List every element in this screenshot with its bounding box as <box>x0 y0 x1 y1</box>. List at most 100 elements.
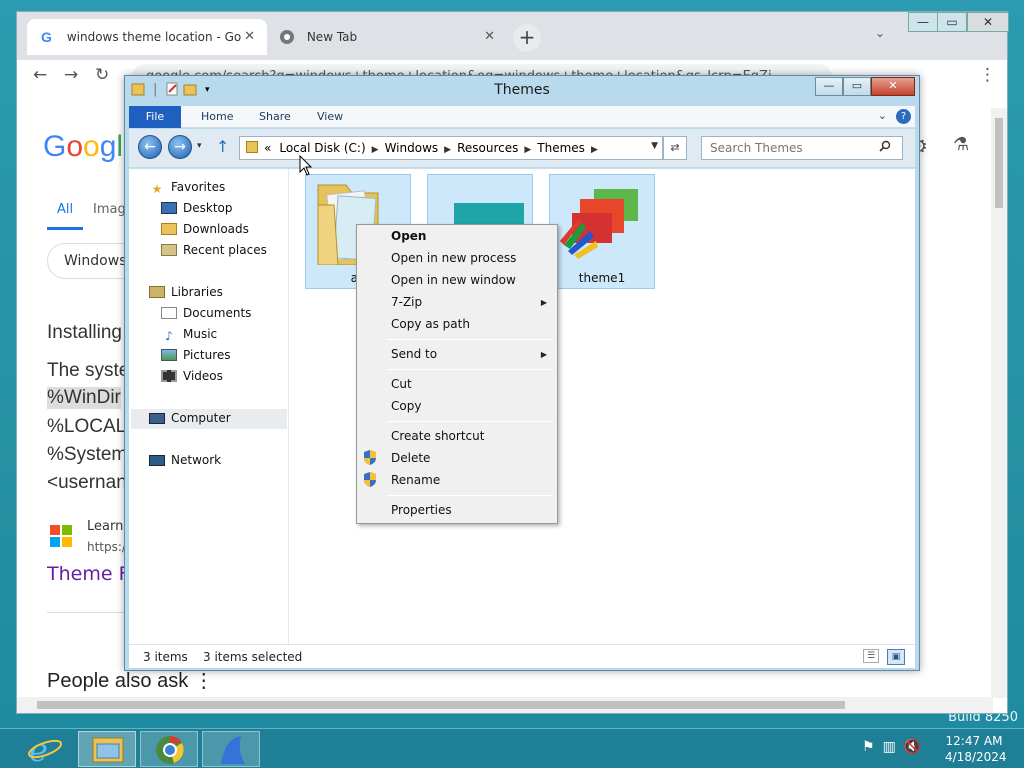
search-input[interactable]: Search Themes <box>701 136 903 160</box>
breadcrumb-separator-icon[interactable]: ▶ <box>591 145 598 155</box>
explorer-titlebar[interactable]: | ▾ Themes — ▭ ✕ <box>125 76 919 104</box>
network-tray-icon[interactable]: ▥ <box>883 739 896 755</box>
breadcrumb-separator-icon[interactable]: ▶ <box>372 145 379 155</box>
breadcrumb-windows[interactable]: Windows <box>385 141 439 155</box>
chrome-tab-close-icon[interactable]: ✕ <box>244 29 255 44</box>
forward-icon[interactable]: → <box>64 65 78 85</box>
explorer-minimize-button[interactable]: — <box>815 77 843 96</box>
nav-libraries[interactable]: Libraries <box>149 285 223 299</box>
chrome-icon <box>156 736 184 764</box>
address-overflow[interactable]: « <box>264 141 271 155</box>
google-tab-images[interactable]: Imag <box>93 202 126 217</box>
ribbon-tab-home[interactable]: Home <box>191 106 243 128</box>
system-tray: ⚑ ▥ 🔇 <box>862 739 921 755</box>
scrollbar-thumb[interactable] <box>995 118 1003 208</box>
network-icon <box>149 455 165 466</box>
new-tab-button[interactable]: + <box>513 24 541 52</box>
breadcrumb-separator-icon[interactable]: ▶ <box>524 145 531 155</box>
nav-label: Pictures <box>183 348 231 362</box>
file-item-theme1[interactable]: theme1 <box>549 174 655 289</box>
nav-favorites[interactable]: ★ Favorites <box>149 180 226 196</box>
menu-item-copy[interactable]: Copy <box>391 399 421 413</box>
app-taskbar-button[interactable] <box>202 731 260 767</box>
address-dropdown-icon[interactable]: ▼ <box>651 141 658 151</box>
ribbon-tab-share[interactable]: Share <box>249 106 301 128</box>
menu-item-send-to[interactable]: Send to <box>391 347 437 361</box>
back-button[interactable]: ← <box>138 135 162 159</box>
menu-item-cut[interactable]: Cut <box>391 377 412 391</box>
menu-item-7zip[interactable]: 7-Zip <box>391 295 422 309</box>
large-icons-view-icon[interactable]: ▣ <box>887 649 905 665</box>
chrome-close-button[interactable]: ✕ <box>967 12 1009 32</box>
nav-downloads[interactable]: Downloads <box>161 222 249 236</box>
explorer-close-button[interactable]: ✕ <box>871 77 915 96</box>
breadcrumb-themes[interactable]: Themes <box>537 141 585 155</box>
chrome-maximize-button[interactable]: ▭ <box>937 12 967 32</box>
menu-item-copy-as-path[interactable]: Copy as path <box>391 317 470 331</box>
details-view-icon[interactable]: ☰ <box>863 649 879 663</box>
result-text: <usernan <box>47 472 127 493</box>
explorer-title: Themes <box>494 82 550 98</box>
nav-documents[interactable]: Documents <box>161 306 251 320</box>
nav-recent-places[interactable]: Recent places <box>161 243 267 257</box>
recent-locations-icon[interactable]: ▾ <box>197 141 202 151</box>
nav-videos[interactable]: Videos <box>161 369 223 383</box>
ribbon-tab-view[interactable]: View <box>307 106 353 128</box>
file-explorer-taskbar-button[interactable] <box>78 731 136 767</box>
up-arrow-icon[interactable]: ↑ <box>216 137 229 156</box>
music-icon: ♪ <box>165 329 173 343</box>
menu-item-rename[interactable]: Rename <box>391 473 440 487</box>
menu-item-create-shortcut[interactable]: Create shortcut <box>391 429 484 443</box>
menu-separator <box>387 421 553 422</box>
tab-search-icon[interactable]: ⌄ <box>875 26 885 40</box>
logo-letter: o <box>66 130 84 163</box>
google-tab-all[interactable]: All <box>57 202 73 217</box>
breadcrumb-local-disk[interactable]: Local Disk (C:) <box>279 141 365 155</box>
nav-pictures[interactable]: Pictures <box>161 348 231 362</box>
volume-muted-icon[interactable]: 🔇 <box>904 739 921 755</box>
help-icon[interactable]: ? <box>896 109 911 124</box>
nav-label: Network <box>171 453 222 467</box>
ribbon-tab-file[interactable]: File <box>129 106 181 128</box>
chrome-tab-close-icon[interactable]: ✕ <box>484 29 495 44</box>
mouse-cursor-icon <box>299 154 313 180</box>
chrome-tab-search[interactable]: G windows theme location - Goog ✕ <box>27 19 267 55</box>
uac-shield-icon <box>363 472 377 487</box>
scrollbar-thumb[interactable] <box>37 701 845 709</box>
nav-desktop[interactable]: Desktop <box>161 201 233 215</box>
back-icon[interactable]: ← <box>33 65 47 85</box>
forward-button[interactable]: → <box>168 135 192 159</box>
ribbon-expand-icon[interactable]: ⌄ <box>878 109 887 122</box>
internet-explorer-taskbar-button[interactable]: e <box>15 731 73 768</box>
vertical-scrollbar[interactable] <box>991 108 1007 698</box>
people-also-ask-heading[interactable]: People also ask ⋮ <box>47 668 214 693</box>
menu-item-open-new-window[interactable]: Open in new window <box>391 273 516 287</box>
menu-item-open[interactable]: Open <box>391 229 426 243</box>
reload-icon[interactable]: ↻ <box>95 65 109 85</box>
nav-computer[interactable]: Computer <box>149 411 231 425</box>
google-favicon-icon: G <box>39 29 55 45</box>
explorer-maximize-button[interactable]: ▭ <box>843 77 871 96</box>
nav-network[interactable]: Network <box>149 453 221 467</box>
menu-item-properties[interactable]: Properties <box>391 503 452 517</box>
nav-label: Favorites <box>171 180 226 194</box>
menu-item-open-new-process[interactable]: Open in new process <box>391 251 516 265</box>
menu-item-delete[interactable]: Delete <box>391 451 430 465</box>
breadcrumb-resources[interactable]: Resources <box>457 141 518 155</box>
horizontal-scrollbar[interactable] <box>17 697 993 713</box>
search-icon[interactable] <box>879 140 909 155</box>
submenu-arrow-icon: ▶ <box>540 298 547 307</box>
refresh-icon[interactable]: ⇄ <box>663 136 687 160</box>
documents-icon <box>161 307 177 319</box>
result-link[interactable]: Theme F <box>47 563 130 585</box>
chrome-menu-icon[interactable]: ⋮ <box>979 65 996 85</box>
chrome-tab-new[interactable]: New Tab ✕ <box>267 19 507 55</box>
chrome-minimize-button[interactable]: — <box>908 12 938 32</box>
labs-flask-icon[interactable]: ⚗ <box>953 134 969 155</box>
result-text-highlight: %WinDir <box>47 387 121 409</box>
action-center-flag-icon[interactable]: ⚑ <box>862 739 875 755</box>
taskbar-clock[interactable]: 12:47 AM 4/18/2024 <box>945 733 1007 765</box>
chrome-taskbar-button[interactable] <box>140 731 198 767</box>
nav-music[interactable]: ♪ Music <box>161 327 217 343</box>
breadcrumb-separator-icon[interactable]: ▶ <box>444 145 451 155</box>
